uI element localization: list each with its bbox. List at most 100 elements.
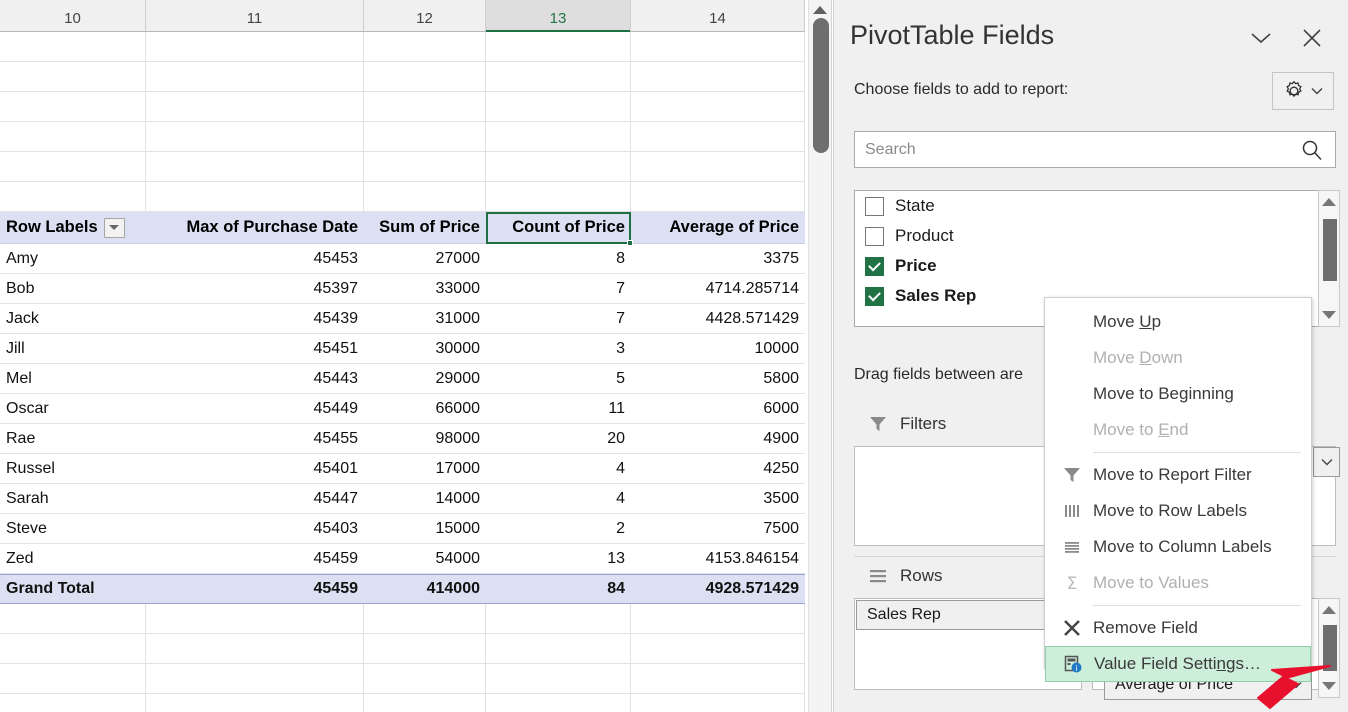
empty-row[interactable]: [0, 152, 805, 182]
column-header-14[interactable]: 14: [631, 0, 805, 31]
value-cell[interactable]: 8: [486, 244, 631, 273]
row-label-cell[interactable]: Bob: [0, 274, 146, 303]
pivot-column-header[interactable]: Average of Price: [631, 212, 805, 243]
grid-cell[interactable]: [364, 92, 486, 121]
empty-row[interactable]: [0, 32, 805, 62]
menu-item-move-to-beginning[interactable]: Move to Beginning: [1045, 376, 1311, 412]
value-cell[interactable]: 45453: [146, 244, 364, 273]
field-context-menu[interactable]: Move Up Move Down Move to Beginning Move to…: [1044, 297, 1312, 682]
empty-row[interactable]: [0, 62, 805, 92]
grid-cell[interactable]: [0, 152, 146, 181]
grid-cell[interactable]: [364, 152, 486, 181]
value-cell[interactable]: 15000: [364, 514, 486, 543]
value-cell[interactable]: 3500: [631, 484, 805, 513]
value-cell[interactable]: 45403: [146, 514, 364, 543]
field-list-item-product[interactable]: Product: [855, 221, 1335, 251]
scroll-up-icon[interactable]: [1322, 198, 1336, 206]
grid-cell[interactable]: [364, 62, 486, 91]
value-cell[interactable]: 6000: [631, 394, 805, 423]
row-label-cell[interactable]: Jill: [0, 334, 146, 363]
row-label-cell[interactable]: Zed: [0, 544, 146, 573]
grid-cell[interactable]: [631, 634, 805, 663]
value-cell[interactable]: 20: [486, 424, 631, 453]
grid-cell[interactable]: [486, 122, 631, 151]
value-cell[interactable]: 54000: [364, 544, 486, 573]
empty-row[interactable]: [0, 92, 805, 122]
grid-cell[interactable]: [631, 152, 805, 181]
grid-cell[interactable]: [631, 92, 805, 121]
grid-cell[interactable]: [146, 62, 364, 91]
grand-total-label[interactable]: Grand Total: [0, 575, 146, 603]
scroll-down-icon[interactable]: [1322, 311, 1336, 319]
table-row[interactable]: Jack 45439 31000 7 4428.571429: [0, 304, 805, 334]
empty-row[interactable]: [0, 694, 805, 712]
value-cell[interactable]: 4250: [631, 454, 805, 483]
table-row[interactable]: Steve 45403 15000 2 7500: [0, 514, 805, 544]
grid-cell[interactable]: [631, 694, 805, 712]
row-label-cell[interactable]: Sarah: [0, 484, 146, 513]
grid-cell[interactable]: [0, 182, 146, 211]
grid-cell[interactable]: [0, 604, 146, 633]
grid-cell[interactable]: [364, 694, 486, 712]
value-cell[interactable]: 5: [486, 364, 631, 393]
grid-cell[interactable]: [631, 664, 805, 693]
table-row[interactable]: Russel 45401 17000 4 4250: [0, 454, 805, 484]
value-cell[interactable]: 11: [486, 394, 631, 423]
value-cell[interactable]: 45449: [146, 394, 364, 423]
value-cell[interactable]: 14000: [364, 484, 486, 513]
fill-handle[interactable]: [627, 240, 633, 246]
menu-item-move-to-report-filter[interactable]: Move to Report Filter: [1045, 457, 1311, 493]
grid-cell[interactable]: [631, 182, 805, 211]
field-list-options-gear-button[interactable]: [1272, 72, 1334, 110]
grand-total-value[interactable]: 414000: [364, 575, 486, 603]
value-cell[interactable]: 45451: [146, 334, 364, 363]
pivot-header-row[interactable]: Row Labels Max of Purchase Date Sum of Pri…: [0, 212, 805, 244]
grid-cell[interactable]: [146, 604, 364, 633]
value-cell[interactable]: 3: [486, 334, 631, 363]
value-cell[interactable]: 4: [486, 484, 631, 513]
table-row[interactable]: Bob 45397 33000 7 4714.285714: [0, 274, 805, 304]
grid-cell[interactable]: [146, 182, 364, 211]
value-cell[interactable]: 29000: [364, 364, 486, 393]
grid-cell[interactable]: [486, 694, 631, 712]
field-checkbox[interactable]: [865, 226, 884, 246]
scroll-thumb[interactable]: [813, 18, 829, 153]
grid-cell[interactable]: [631, 32, 805, 61]
grid-cell[interactable]: [146, 122, 364, 151]
grid-cell[interactable]: [486, 92, 631, 121]
row-label-cell[interactable]: Mel: [0, 364, 146, 393]
grid-cell[interactable]: [146, 694, 364, 712]
value-cell[interactable]: 45397: [146, 274, 364, 303]
grid-cell[interactable]: [0, 634, 146, 663]
menu-item-move-up[interactable]: Move Up: [1045, 304, 1311, 340]
grid-cell[interactable]: [364, 604, 486, 633]
empty-row[interactable]: [0, 664, 805, 694]
empty-row[interactable]: [0, 182, 805, 212]
value-cell[interactable]: 33000: [364, 274, 486, 303]
scroll-up-icon[interactable]: [813, 6, 827, 14]
column-header-13[interactable]: 13: [486, 0, 631, 32]
pivot-column-header[interactable]: Count of Price: [486, 212, 631, 243]
value-cell[interactable]: 45439: [146, 304, 364, 333]
value-cell[interactable]: 7500: [631, 514, 805, 543]
value-cell[interactable]: 45401: [146, 454, 364, 483]
value-cell[interactable]: 45443: [146, 364, 364, 393]
grid-cell[interactable]: [364, 122, 486, 151]
row-label-cell[interactable]: Steve: [0, 514, 146, 543]
row-labels-filter-button[interactable]: [103, 217, 125, 238]
value-cell[interactable]: 17000: [364, 454, 486, 483]
value-cell[interactable]: 66000: [364, 394, 486, 423]
field-checkbox[interactable]: [865, 286, 884, 306]
table-row[interactable]: Rae 45455 98000 20 4900: [0, 424, 805, 454]
grid-cell[interactable]: [486, 604, 631, 633]
grid-cell[interactable]: [364, 664, 486, 693]
grid-cell[interactable]: [486, 152, 631, 181]
menu-item-move-to-column-labels[interactable]: Move to Column Labels: [1045, 529, 1311, 565]
table-row[interactable]: Mel 45443 29000 5 5800: [0, 364, 805, 394]
value-cell[interactable]: 4: [486, 454, 631, 483]
grid-cell[interactable]: [631, 62, 805, 91]
table-row[interactable]: Oscar 45449 66000 11 6000: [0, 394, 805, 424]
grid-cell[interactable]: [364, 182, 486, 211]
value-cell[interactable]: 2: [486, 514, 631, 543]
close-icon[interactable]: [1296, 22, 1328, 54]
